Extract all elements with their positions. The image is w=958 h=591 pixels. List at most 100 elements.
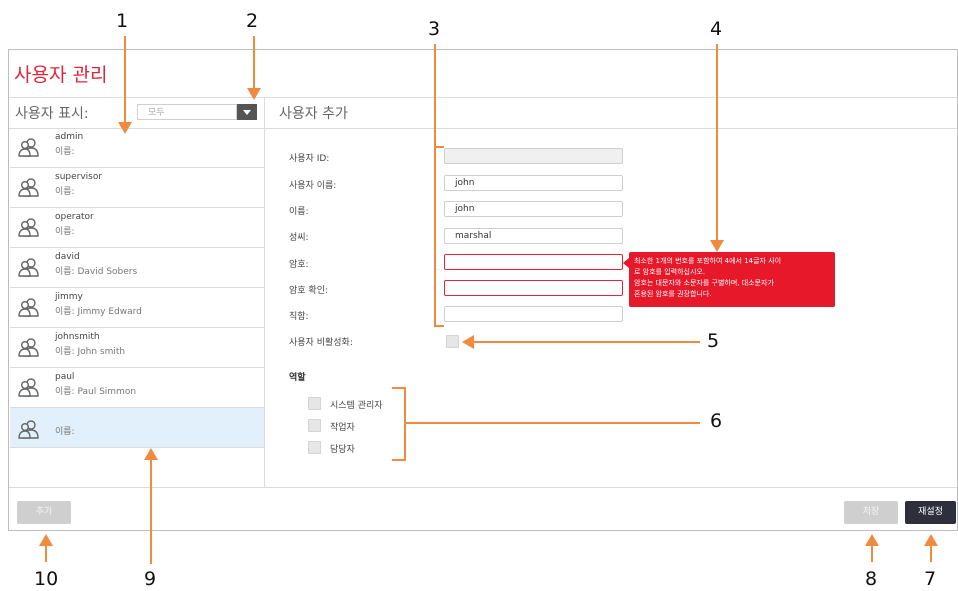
callout-number: 10 — [34, 568, 59, 590]
user-full-name: John smith — [77, 347, 126, 357]
callout-line — [871, 544, 873, 562]
list-item[interactable]: jimmy 이름: Jimmy Edward — [10, 288, 264, 328]
new-user-list-item[interactable]: 이름: — [10, 408, 264, 448]
password-requirements-tooltip: 최소한 1개의 번호를 포함하여 4에서 14글자 사이 로 암호를 입력하십시… — [623, 252, 835, 307]
user-full-name: Jimmy Edward — [77, 307, 142, 317]
callout-line — [406, 422, 700, 424]
first-name-field[interactable]: john — [444, 201, 623, 217]
username-field[interactable]: john — [444, 175, 623, 191]
users-icon — [18, 138, 39, 157]
callout-line — [124, 36, 126, 124]
arrow-up-icon — [865, 534, 879, 546]
callout-line — [474, 341, 700, 343]
role-operator-checkbox[interactable] — [308, 419, 321, 432]
user-full-name-line: 이름: John smith — [55, 344, 125, 357]
user-full-name-line: 이름: David Sobers — [55, 264, 137, 277]
last-name-field[interactable]: marshal — [444, 228, 623, 244]
list-item[interactable]: operator 이름: — [10, 208, 264, 248]
add-button[interactable]: 추가 — [17, 501, 71, 524]
name-prefix: 이름: — [55, 347, 75, 357]
callout-bracket — [434, 146, 444, 148]
callout-bracket — [434, 44, 436, 327]
user-id: johnsmith — [55, 332, 100, 342]
password-label: 암호: — [289, 260, 309, 270]
user-id: operator — [55, 212, 94, 222]
name-prefix: 이름: — [55, 427, 75, 437]
roles-heading: 역할 — [289, 373, 306, 383]
confirm-password-label: 암호 확인: — [289, 286, 329, 296]
confirm-password-field[interactable] — [444, 280, 623, 296]
tooltip-line: 최소한 1개의 번호를 포함하여 4에서 14글자 사이 — [634, 257, 782, 265]
name-prefix: 이름: — [55, 267, 75, 277]
list-item[interactable]: david 이름: David Sobers — [10, 248, 264, 288]
role-supervisor-label: 담당자 — [330, 445, 355, 455]
callout-line — [716, 44, 718, 242]
role-admin-checkbox[interactable] — [308, 397, 321, 410]
user-full-name-line: 이름: Paul Simmon — [55, 384, 136, 397]
users-icon — [18, 258, 39, 277]
list-item[interactable]: johnsmith 이름: John smith — [10, 328, 264, 368]
user-id: admin — [55, 132, 84, 142]
callout-number: 2 — [246, 10, 259, 32]
chevron-down-icon[interactable] — [237, 104, 257, 120]
last-name-label: 성씨: — [289, 233, 309, 243]
callout-number: 9 — [144, 568, 157, 590]
user-id-field[interactable] — [444, 148, 623, 164]
name-prefix: 이름: — [55, 147, 75, 157]
user-id: paul — [55, 372, 75, 382]
callout-number: 3 — [428, 18, 441, 40]
user-full-name: Paul Simmon — [77, 387, 137, 397]
callout-number: 8 — [865, 568, 878, 590]
callout-bracket — [404, 387, 406, 461]
list-item[interactable]: admin 이름: — [10, 128, 264, 168]
arrow-up-icon — [924, 534, 938, 546]
user-full-name: David Sobers — [77, 267, 138, 277]
arrow-down-icon — [247, 88, 261, 100]
name-prefix: 이름: — [55, 307, 75, 317]
callout-line — [253, 36, 255, 90]
username-label: 사용자 이름: — [289, 181, 337, 191]
user-id: supervisor — [55, 172, 103, 182]
tooltip-line: 로 암호를 입력하십시오. — [634, 268, 706, 276]
role-supervisor-checkbox[interactable] — [308, 441, 321, 454]
reset-button[interactable]: 재설정 — [905, 501, 956, 524]
user-filter-select[interactable]: 모두 — [137, 104, 237, 120]
disable-user-label: 사용자 비활성화: — [289, 338, 353, 348]
user-full-name-line: 이름: — [55, 144, 75, 157]
list-item[interactable]: paul 이름: Paul Simmon — [10, 368, 264, 408]
callout-number: 6 — [710, 410, 723, 432]
callout-line — [45, 544, 47, 562]
user-full-name-line: 이름: — [55, 224, 75, 237]
job-title-field[interactable] — [444, 306, 623, 322]
users-icon — [18, 420, 39, 439]
arrow-left-icon — [462, 335, 474, 349]
disable-user-checkbox[interactable] — [446, 335, 459, 348]
user-id: jimmy — [55, 292, 83, 302]
job-title-label: 직함: — [289, 312, 309, 322]
users-icon — [18, 218, 39, 237]
arrow-down-icon — [118, 122, 132, 134]
role-operator-label: 작업자 — [330, 423, 355, 433]
callout-number: 5 — [707, 330, 720, 352]
callout-line — [930, 544, 932, 562]
name-prefix: 이름: — [55, 227, 75, 237]
user-filter-label: 사용자 표시: — [15, 106, 89, 122]
save-button[interactable]: 저장 — [844, 501, 898, 524]
callout-number: 4 — [710, 18, 723, 40]
tooltip-line: 혼용된 암호를 권장합니다. — [634, 290, 712, 298]
callout-number: 7 — [924, 568, 937, 590]
arrow-up-icon — [39, 534, 53, 546]
pane-divider — [264, 98, 265, 487]
add-user-section-title: 사용자 추가 — [279, 106, 348, 122]
callout-bracket — [392, 387, 406, 389]
list-item[interactable]: supervisor 이름: — [10, 168, 264, 208]
first-name-label: 이름: — [289, 207, 309, 217]
users-icon — [18, 298, 39, 317]
password-field[interactable] — [444, 254, 623, 270]
user-full-name-line: 이름: Jimmy Edward — [55, 304, 142, 317]
users-icon — [18, 378, 39, 397]
user-full-name-line: 이름: — [55, 184, 75, 197]
name-prefix: 이름: — [55, 387, 75, 397]
arrow-down-icon — [710, 240, 724, 252]
user-id: david — [55, 252, 80, 262]
